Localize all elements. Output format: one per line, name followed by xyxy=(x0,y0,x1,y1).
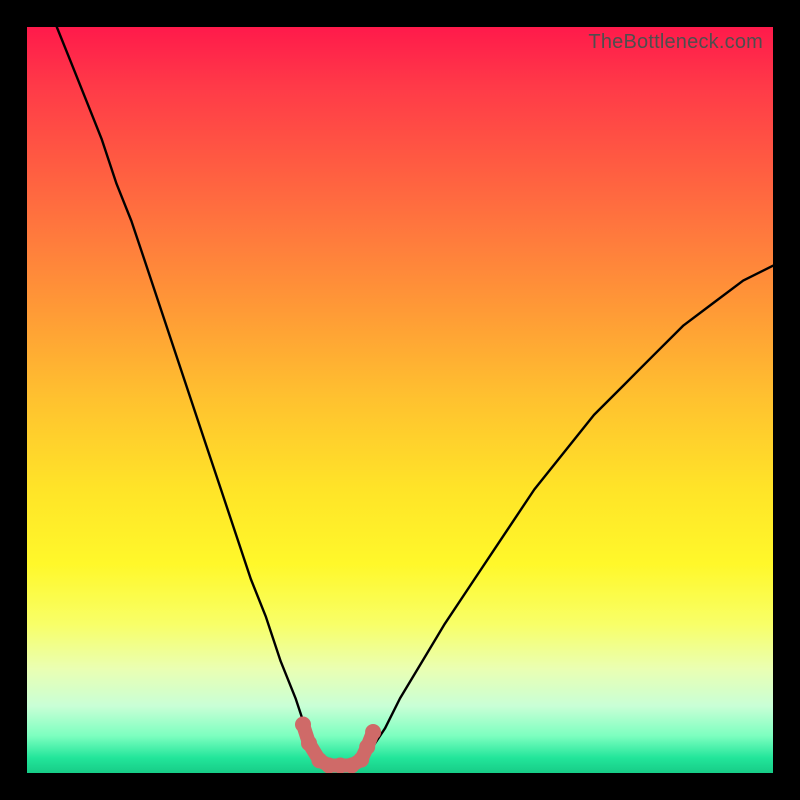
plot-area: TheBottleneck.com xyxy=(27,27,773,773)
optimal-zone-point xyxy=(365,724,381,740)
optimal-zone-markers xyxy=(295,717,381,774)
optimal-zone-point xyxy=(359,739,375,755)
chart-overlay xyxy=(27,27,773,773)
optimal-zone-point xyxy=(295,717,311,733)
optimal-zone-point xyxy=(301,735,317,751)
chart-frame: TheBottleneck.com xyxy=(0,0,800,800)
bottleneck-curve xyxy=(57,27,773,766)
watermark-text: TheBottleneck.com xyxy=(588,31,763,54)
